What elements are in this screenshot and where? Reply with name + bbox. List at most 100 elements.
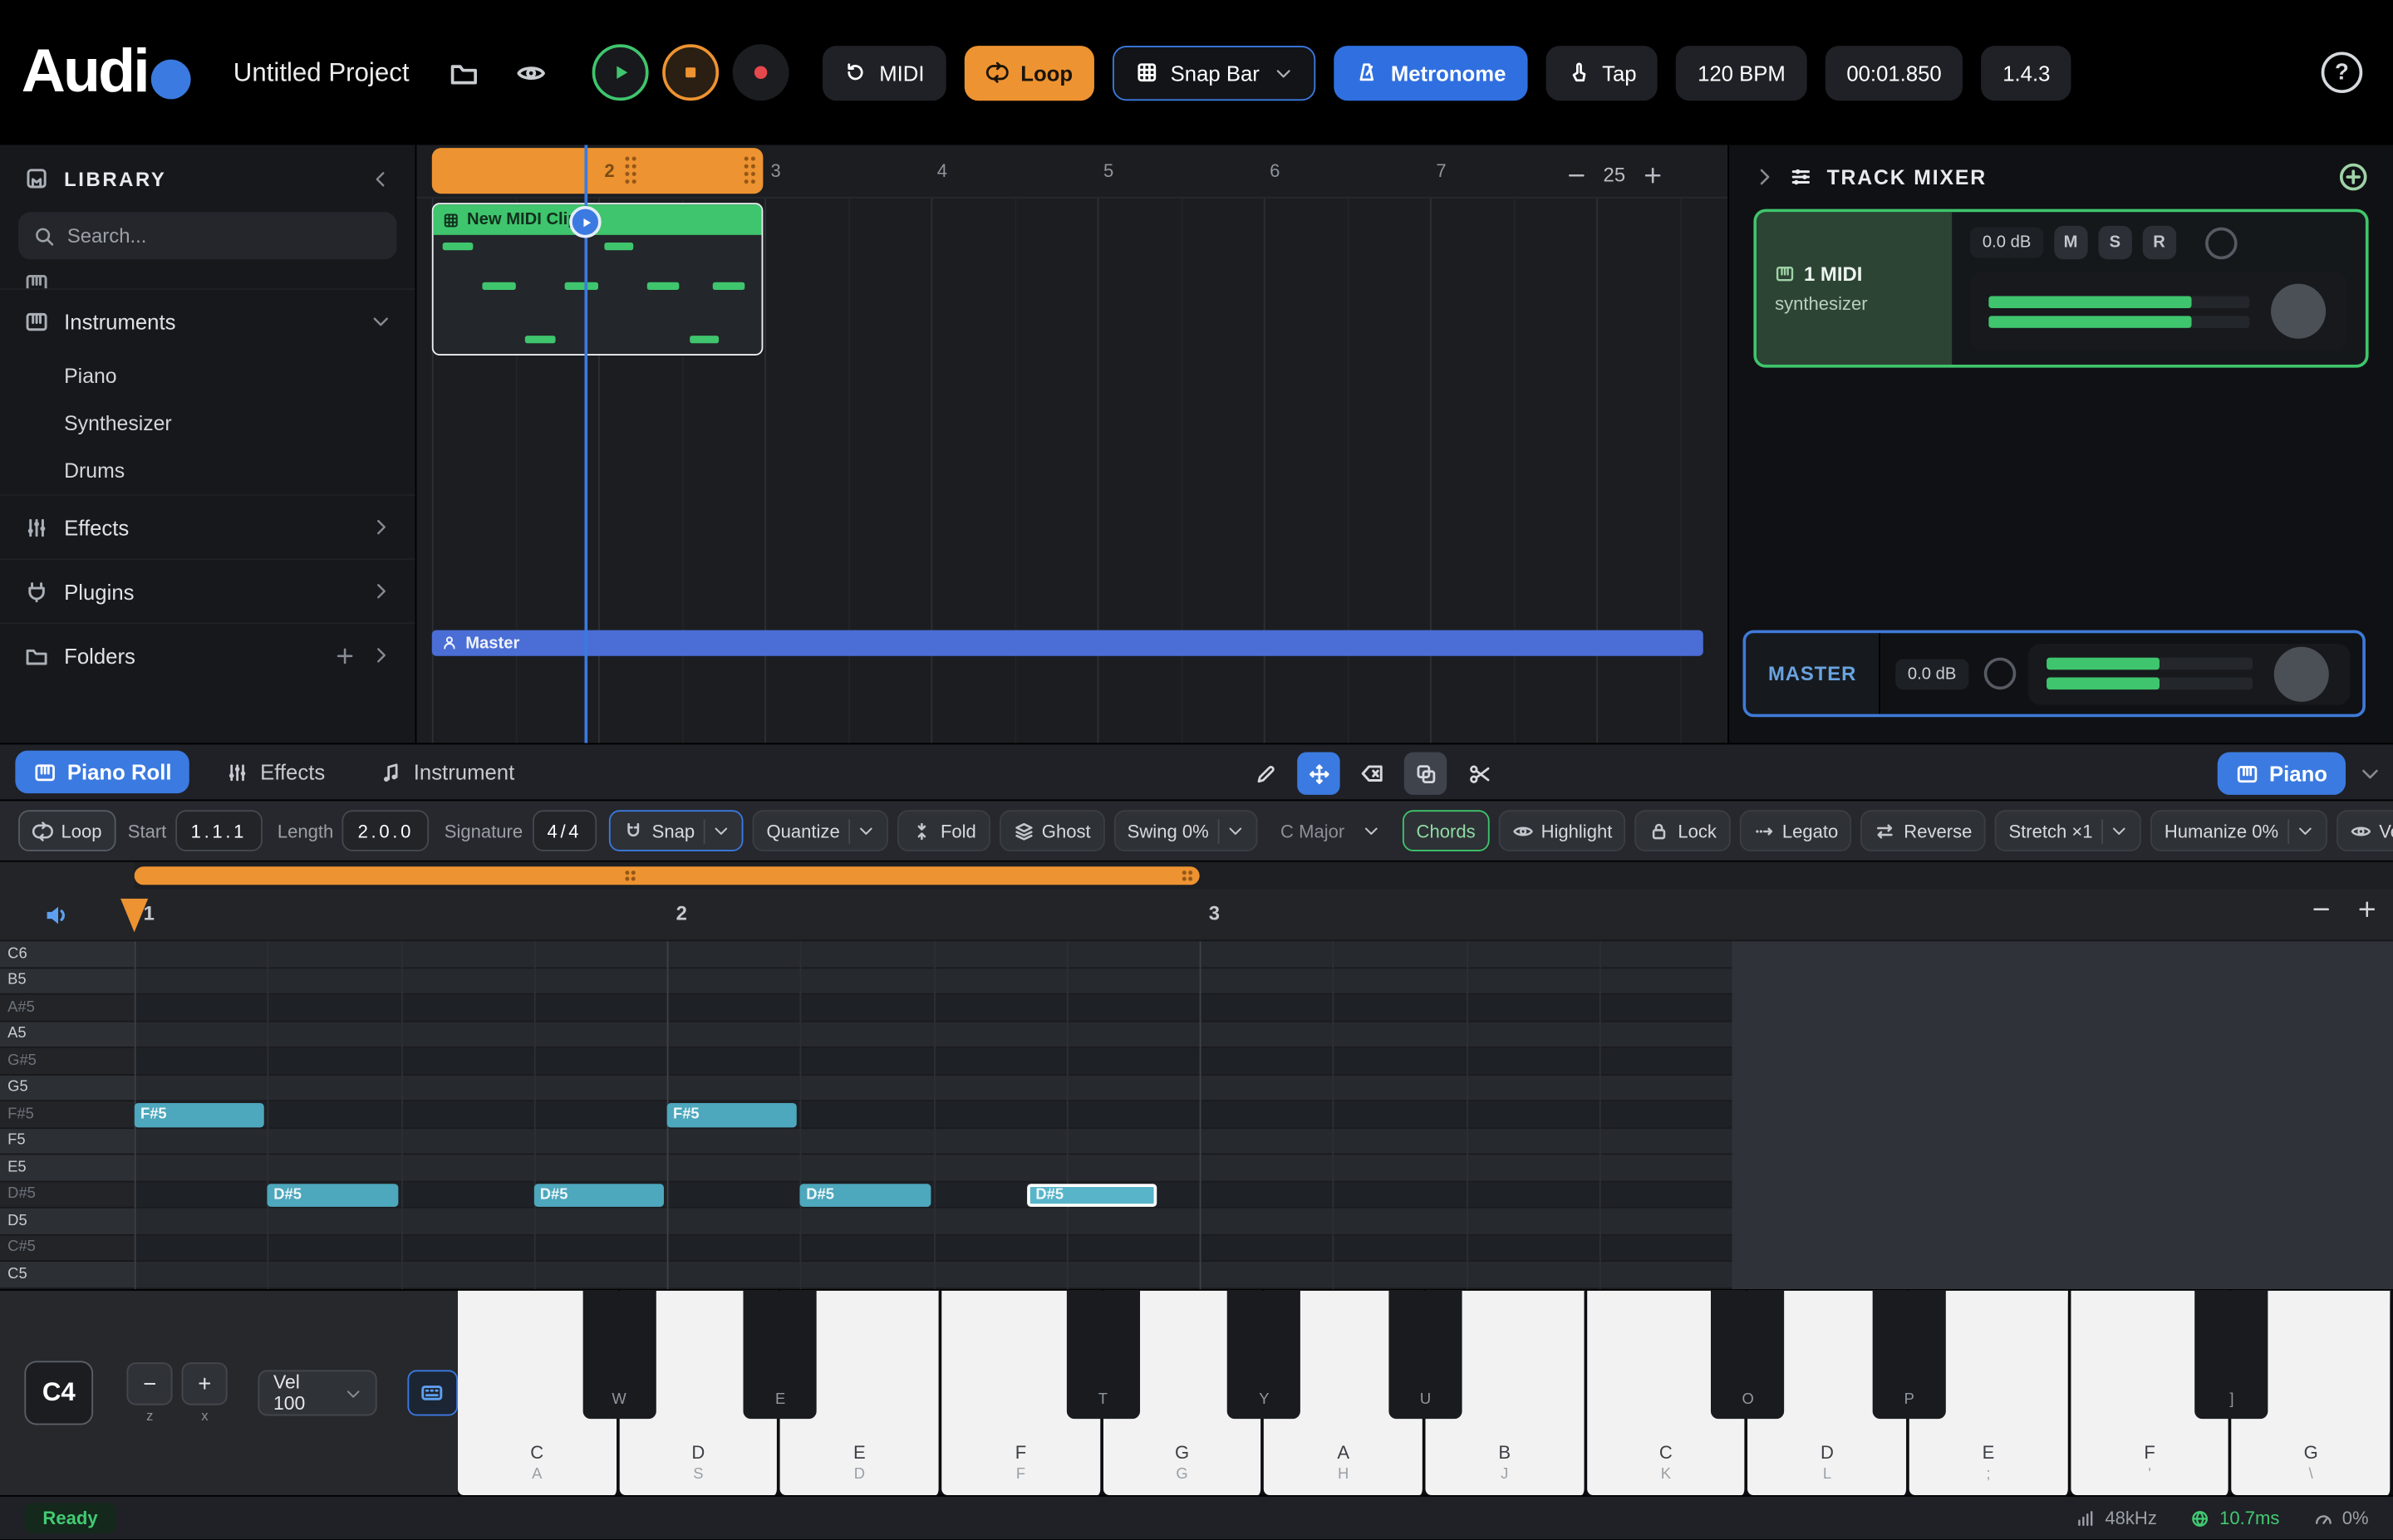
pan-knob[interactable] — [2205, 227, 2238, 259]
velocity-select[interactable]: Vel 100 — [258, 1370, 376, 1415]
loop-button[interactable]: Loop — [964, 45, 1094, 100]
track-volume-db[interactable]: 0.0 dB — [1970, 228, 2043, 258]
tab-piano-roll[interactable]: Piano Roll — [15, 751, 189, 793]
master-track-bar[interactable]: Master — [432, 630, 1703, 656]
collapse-panel-icon[interactable] — [1753, 166, 1775, 188]
master-volume-knob[interactable] — [2274, 646, 2329, 701]
stop-button[interactable] — [662, 44, 719, 101]
loop-toggle[interactable]: Loop — [18, 810, 115, 851]
zoom-out-icon[interactable] — [2311, 899, 2332, 920]
pr-ruler[interactable]: 123 — [135, 890, 2393, 941]
eye-icon[interactable] — [516, 57, 547, 88]
mixer-track-1[interactable]: 1 MIDI synthesizer 0.0 dB M S R — [1753, 209, 2368, 368]
ghost-toggle[interactable]: Ghost — [999, 810, 1104, 851]
midi-note-Ds5[interactable]: D#5 — [800, 1183, 931, 1206]
mixer-master[interactable]: MASTER 0.0 dB — [1743, 630, 2366, 718]
preview-speaker-icon[interactable] — [42, 902, 70, 929]
black-key-T[interactable]: T — [1066, 1291, 1139, 1419]
lock-toggle[interactable]: Lock — [1635, 810, 1731, 851]
pr-loop-strip[interactable] — [135, 862, 2393, 890]
octave-down-button[interactable]: − — [127, 1362, 173, 1405]
snap-mode-select[interactable]: Snap Bar — [1113, 45, 1316, 100]
black-key-][interactable]: ] — [2195, 1291, 2268, 1419]
midi-note-Fs5[interactable]: F#5 — [667, 1103, 798, 1126]
black-key-Y[interactable]: Y — [1227, 1291, 1300, 1419]
library-item-piano[interactable]: Piano — [0, 352, 415, 400]
mute-button[interactable]: M — [2054, 226, 2087, 259]
erase-tool-button[interactable] — [1351, 753, 1393, 795]
field-value[interactable]: 1.1.1 — [175, 810, 262, 851]
midi-button[interactable]: MIDI — [823, 45, 946, 100]
add-track-icon[interactable] — [2338, 162, 2369, 193]
pr-lanes[interactable]: F#5 D#5 D#5 F#5 D#5 D#5 — [135, 941, 2393, 1289]
help-button[interactable]: ? — [2322, 51, 2363, 93]
stretch-select[interactable]: Stretch ×1 — [1995, 810, 2141, 851]
midi-note-Ds5[interactable]: D#5 — [533, 1183, 664, 1206]
collapse-editor-icon[interactable] — [2360, 763, 2381, 784]
playhead-marker[interactable] — [120, 899, 148, 932]
zoom-in-icon[interactable] — [2356, 899, 2378, 920]
arrange-ruler[interactable]: 234567 — [416, 145, 1727, 198]
arm-button[interactable]: R — [2142, 226, 2175, 259]
tab-instrument[interactable]: Instrument — [361, 751, 533, 793]
master-volume-db[interactable]: 0.0 dB — [1895, 659, 1968, 689]
search-box[interactable] — [18, 212, 397, 259]
loop-handle[interactable] — [743, 155, 757, 186]
key-select[interactable]: C Major — [1267, 810, 1393, 851]
fold-toggle[interactable]: Fold — [898, 810, 990, 851]
instrument-select-button[interactable]: Piano — [2218, 753, 2346, 795]
bpm-display[interactable]: 120 BPM — [1676, 45, 1806, 100]
pencil-tool-button[interactable] — [1244, 753, 1286, 795]
midi-note-Ds5[interactable]: D#5 — [1026, 1183, 1157, 1206]
library-item-synthesizer[interactable]: Synthesizer — [0, 400, 415, 447]
black-key-O[interactable]: O — [1712, 1291, 1785, 1419]
highlight-toggle[interactable]: Highlight — [1498, 810, 1626, 851]
snap-select[interactable]: Snap — [609, 810, 744, 851]
solo-button[interactable]: S — [2098, 226, 2131, 259]
folder-icon[interactable] — [449, 57, 479, 88]
track-info[interactable]: 1 MIDI synthesizer — [1757, 212, 1952, 365]
loop-handle[interactable] — [1182, 870, 1194, 882]
move-tool-button[interactable] — [1297, 753, 1339, 795]
black-key-W[interactable]: W — [582, 1291, 656, 1419]
library-section-plugins[interactable]: Plugins — [0, 558, 415, 622]
cut-tool-button[interactable] — [1457, 753, 1500, 795]
chords-toggle[interactable]: Chords — [1403, 810, 1489, 851]
black-key-P[interactable]: P — [1873, 1291, 1946, 1419]
pr-loop-region[interactable] — [135, 866, 1200, 885]
zoom-out-icon[interactable] — [1565, 164, 1587, 185]
octave-display[interactable]: C4 — [24, 1361, 93, 1425]
library-section-folders[interactable]: Folders — [0, 622, 415, 686]
reverse-button[interactable]: Reverse — [1861, 810, 1986, 851]
duplicate-tool-button[interactable] — [1404, 753, 1447, 795]
keyboard-toggle-button[interactable] — [407, 1370, 458, 1415]
pr-grid[interactable]: 123 F#5 D#5 D#5 F#5 D#5 D#5 — [135, 862, 2393, 1289]
loop-handle[interactable] — [624, 155, 638, 186]
master-pan-knob[interactable] — [1983, 658, 2016, 690]
field-value[interactable]: 2.0.0 — [342, 810, 429, 851]
record-button[interactable] — [733, 44, 789, 101]
arrange-area[interactable]: 234567 New MIDI Clip Master — [416, 145, 1727, 743]
velocity-toggle[interactable]: Velocity — [2336, 810, 2393, 851]
chevron-left-icon[interactable] — [371, 169, 391, 189]
playhead[interactable] — [584, 145, 587, 743]
metronome-button[interactable]: Metronome — [1334, 45, 1527, 100]
library-section-instruments[interactable]: Instruments — [0, 288, 415, 352]
tap-tempo-button[interactable]: Tap — [1545, 45, 1658, 100]
volume-knob[interactable] — [2271, 284, 2326, 339]
black-key-U[interactable]: U — [1388, 1291, 1462, 1419]
swing-select[interactable]: Swing 0% — [1113, 810, 1257, 851]
zoom-in-icon[interactable] — [1642, 164, 1663, 185]
tab-effects[interactable]: Effects — [209, 751, 344, 793]
add-icon[interactable] — [334, 645, 356, 666]
library-item-drums[interactable]: Drums — [0, 447, 415, 494]
play-button[interactable] — [592, 44, 649, 101]
midi-note-Ds5[interactable]: D#5 — [268, 1183, 398, 1206]
library-section-effects[interactable]: Effects — [0, 494, 415, 558]
arrange-loop-region[interactable] — [432, 148, 764, 194]
legato-button[interactable]: Legato — [1739, 810, 1851, 851]
midi-note-Fs5[interactable]: F#5 — [135, 1103, 265, 1126]
quantize-select[interactable]: Quantize — [753, 810, 889, 851]
loop-handle[interactable] — [624, 870, 636, 882]
field-value[interactable]: 4/4 — [532, 810, 597, 851]
